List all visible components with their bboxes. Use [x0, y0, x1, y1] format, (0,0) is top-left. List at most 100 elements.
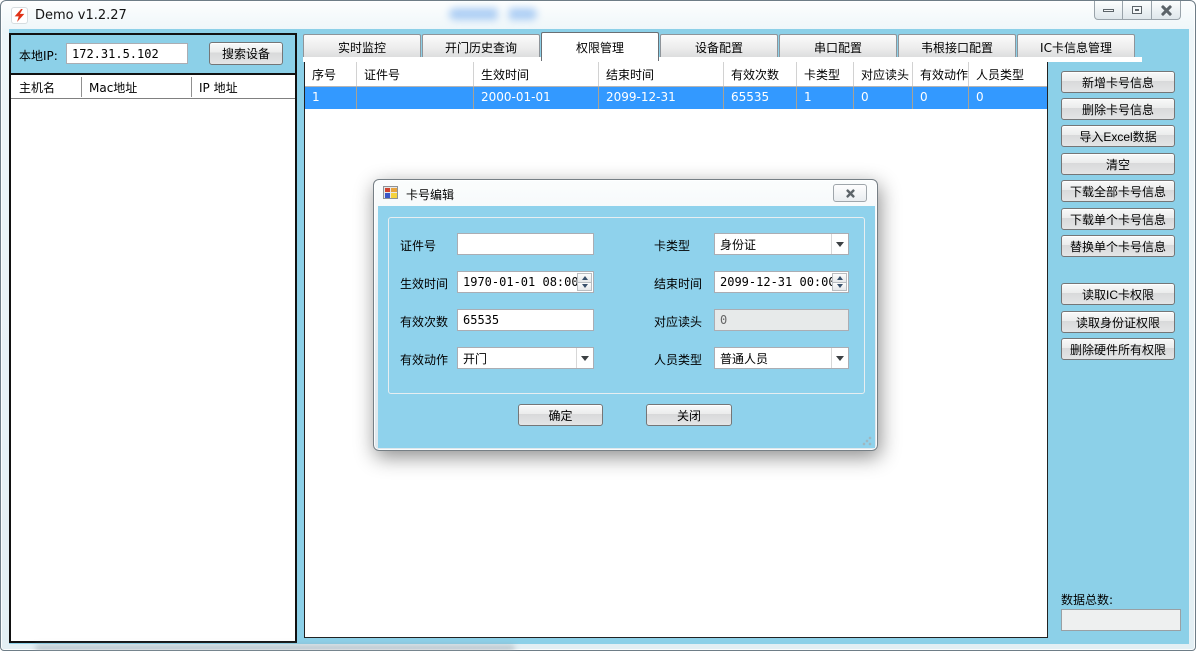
cell-start-time: 2000-01-01 — [474, 87, 599, 109]
col-id-number[interactable]: 证件号 — [357, 62, 474, 86]
valid-count-input[interactable] — [457, 309, 594, 331]
id-number-label: 证件号 — [400, 237, 436, 254]
form-icon — [383, 186, 398, 199]
device-list-header: 主机名 Mac地址 IP 地址 — [11, 75, 295, 99]
action-combobox[interactable]: 开门 — [457, 347, 594, 369]
blur-watermark-title — [449, 8, 537, 20]
dialog-close-button[interactable] — [833, 184, 867, 202]
tab-realtime-monitor[interactable]: 实时监控 — [303, 34, 421, 59]
app-logo-lightning-icon — [11, 7, 28, 24]
tab-device-config[interactable]: 设备配置 — [660, 34, 778, 59]
person-type-label: 人员类型 — [654, 351, 702, 368]
tab-ic-card-info[interactable]: IC卡信息管理 — [1017, 34, 1135, 59]
total-count-label: 数据总数: — [1061, 591, 1113, 608]
total-count-input[interactable] — [1061, 609, 1181, 631]
end-time-label: 结束时间 — [654, 275, 702, 292]
card-type-combobox[interactable]: 身份证 — [714, 233, 849, 255]
end-time-value: 2099-12-31 00:00 — [720, 275, 836, 289]
clear-button[interactable]: 清空 — [1061, 153, 1175, 175]
replace-single-card-button[interactable]: 替换单个卡号信息 — [1061, 235, 1175, 257]
device-panel: 本地IP: 搜索设备 主机名 Mac地址 IP 地址 — [9, 33, 297, 643]
col-person-type[interactable]: 人员类型 — [969, 62, 1037, 86]
cell-end-time: 2099-12-31 — [599, 87, 724, 109]
col-seq[interactable]: 序号 — [305, 62, 357, 86]
valid-count-label: 有效次数 — [400, 313, 448, 330]
window-title: Demo v1.2.27 — [35, 8, 127, 23]
col-card-type[interactable]: 卡类型 — [797, 62, 854, 86]
app-window: Demo v1.2.27 本地IP: 搜索设备 主机名 Mac地址 IP 地址 — [0, 0, 1196, 651]
column-mac: Mac地址 — [89, 79, 137, 96]
dialog-titlebar[interactable]: 卡号编辑 — [374, 180, 877, 206]
client-area: 本地IP: 搜索设备 主机名 Mac地址 IP 地址 实时监控 开门历史查询 权… — [9, 29, 1189, 644]
delete-card-button[interactable]: 删除卡号信息 — [1061, 98, 1175, 120]
tab-permission-management[interactable]: 权限管理 — [541, 32, 659, 61]
close-icon — [846, 189, 855, 198]
delete-hw-permissions-button[interactable]: 删除硬件所有权限 — [1061, 338, 1175, 360]
blur-watermark-bottom — [35, 645, 515, 651]
cell-action: 0 — [913, 87, 969, 109]
dialog-close-action-button[interactable]: 关闭 — [646, 404, 732, 426]
spin-down-icon[interactable] — [577, 283, 592, 292]
spinner-control — [577, 273, 592, 291]
device-list[interactable]: 主机名 Mac地址 IP 地址 — [11, 73, 295, 641]
card-type-label: 卡类型 — [654, 237, 690, 254]
tab-page-edge — [303, 57, 1142, 62]
close-button[interactable] — [1152, 1, 1181, 20]
read-ic-permission-button[interactable]: 读取IC卡权限 — [1061, 283, 1175, 305]
chevron-down-icon[interactable] — [831, 348, 848, 368]
download-all-cards-button[interactable]: 下载全部卡号信息 — [1061, 180, 1175, 202]
maximize-button[interactable] — [1123, 1, 1152, 20]
cell-person-type: 0 — [969, 87, 1037, 109]
cell-seq: 1 — [305, 87, 357, 109]
col-start-time[interactable]: 生效时间 — [474, 62, 599, 86]
chevron-down-icon[interactable] — [831, 234, 848, 254]
tab-wiegand-config[interactable]: 韦根接口配置 — [898, 34, 1016, 59]
end-time-picker[interactable]: 2099-12-31 00:00 — [714, 271, 849, 293]
spin-up-icon[interactable] — [577, 273, 592, 283]
person-type-combobox[interactable]: 普通人员 — [714, 347, 849, 369]
ok-button[interactable]: 确定 — [518, 404, 603, 426]
resize-grip[interactable] — [862, 436, 872, 446]
tab-strip: 实时监控 开门历史查询 权限管理 设备配置 串口配置 韦根接口配置 IC卡信息管… — [303, 34, 1135, 59]
header-divider — [81, 77, 82, 97]
add-card-button[interactable]: 新增卡号信息 — [1061, 71, 1175, 93]
close-icon — [1161, 5, 1172, 16]
reader-label: 对应读头 — [654, 313, 702, 330]
card-type-value: 身份证 — [720, 236, 756, 253]
dialog-title: 卡号编辑 — [406, 186, 454, 203]
cell-reader: 0 — [854, 87, 913, 109]
tab-serial-config[interactable]: 串口配置 — [779, 34, 897, 59]
col-action[interactable]: 有效动作 — [913, 62, 969, 86]
spin-down-icon[interactable] — [832, 283, 847, 292]
col-reader[interactable]: 对应读头 — [854, 62, 913, 86]
cell-card-type: 1 — [797, 87, 854, 109]
col-end-time[interactable]: 结束时间 — [599, 62, 724, 86]
import-excel-button[interactable]: 导入Excel数据 — [1061, 125, 1175, 147]
dialog-body: 证件号 卡类型 身份证 生效时间 1970-01-01 08:00 结束时间 — [378, 206, 875, 448]
start-time-picker[interactable]: 1970-01-01 08:00 — [457, 271, 594, 293]
reader-input — [714, 309, 849, 331]
download-single-card-button[interactable]: 下载单个卡号信息 — [1061, 208, 1175, 230]
id-number-input[interactable] — [457, 233, 594, 255]
grid-header-row: 序号 证件号 生效时间 结束时间 有效次数 卡类型 对应读头 有效动作 人员类型 — [305, 62, 1047, 87]
grid-row-selected[interactable]: 1 2000-01-01 2099-12-31 65535 1 0 0 0 — [305, 87, 1047, 109]
chevron-down-icon[interactable] — [576, 348, 593, 368]
local-ip-label: 本地IP: — [19, 47, 58, 64]
local-ip-input[interactable] — [66, 43, 188, 64]
person-type-value: 普通人员 — [720, 350, 768, 367]
window-controls — [1094, 1, 1181, 20]
maximize-icon — [1132, 6, 1142, 14]
col-valid-count[interactable]: 有效次数 — [724, 62, 797, 86]
minimize-icon — [1103, 9, 1114, 12]
search-devices-button[interactable]: 搜索设备 — [209, 42, 283, 65]
spinner-control — [832, 273, 847, 291]
header-divider — [191, 77, 192, 97]
tab-door-history[interactable]: 开门历史查询 — [422, 34, 540, 59]
titlebar[interactable]: Demo v1.2.27 — [1, 1, 1195, 29]
start-time-label: 生效时间 — [400, 275, 448, 292]
read-id-permission-button[interactable]: 读取身份证权限 — [1061, 311, 1175, 333]
spin-up-icon[interactable] — [832, 273, 847, 283]
cell-valid-count: 65535 — [724, 87, 797, 109]
start-time-value: 1970-01-01 08:00 — [463, 275, 579, 289]
minimize-button[interactable] — [1094, 1, 1123, 20]
